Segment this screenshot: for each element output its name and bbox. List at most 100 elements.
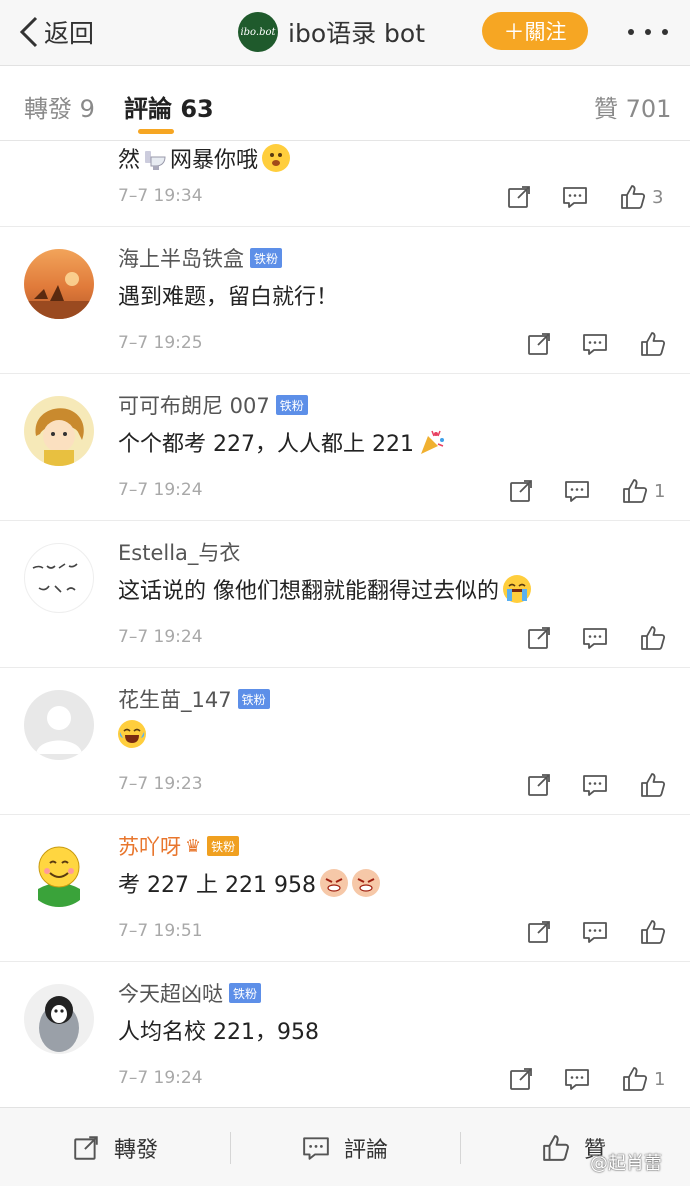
comment-time: 7–7 19:51 xyxy=(118,921,203,941)
reply-comment-button[interactable] xyxy=(582,329,608,359)
comment-author: 海上半岛铁盒 铁粉 xyxy=(118,243,283,273)
active-tab-indicator xyxy=(138,129,174,134)
share-icon xyxy=(526,919,552,945)
fan-badge: 铁粉 xyxy=(237,689,270,709)
username[interactable]: 花生苗_147 xyxy=(118,684,232,714)
share-icon xyxy=(526,772,552,798)
comment-text: 这话说的 像他们想翻就能翻得过去似的 xyxy=(118,573,531,605)
comment-author: 苏吖呀 ♛ 铁粉 xyxy=(118,831,240,861)
comment-time: 7–7 19:24 xyxy=(118,1068,203,1088)
like-comment-button[interactable] xyxy=(640,770,666,800)
comment-time: 7–7 19:23 xyxy=(118,774,203,794)
comment-icon xyxy=(564,478,590,504)
comment-author: 可可布朗尼 007 铁粉 xyxy=(118,390,308,420)
avatar[interactable] xyxy=(24,543,94,613)
like-comment-button[interactable]: 3 xyxy=(620,182,663,212)
tab-likes[interactable]: 贊 701 xyxy=(594,89,671,124)
avatar[interactable] xyxy=(24,249,94,319)
reply-comment-button[interactable] xyxy=(564,1064,590,1094)
like-comment-button[interactable]: 1 xyxy=(622,1064,665,1094)
comment-icon xyxy=(582,625,608,651)
comment-item: 花生苗_147 铁粉 7–7 19:23 xyxy=(0,668,690,815)
reply-comment-button[interactable] xyxy=(582,917,608,947)
share-icon xyxy=(506,184,532,210)
back-label: 返回 xyxy=(44,19,95,48)
share-comment-button[interactable] xyxy=(526,770,552,800)
comment-icon xyxy=(302,1134,330,1162)
comment-icon xyxy=(582,772,608,798)
comment-label: 評論 xyxy=(344,1138,389,1163)
share-comment-button[interactable] xyxy=(506,182,532,212)
like-comment-button[interactable] xyxy=(640,329,666,359)
comment-time: 7–7 19:24 xyxy=(118,480,203,500)
share-comment-button[interactable] xyxy=(526,329,552,359)
tab-reposts[interactable]: 轉發 9 xyxy=(24,89,95,124)
comment-button[interactable]: 評論 xyxy=(302,1132,388,1164)
thumbs-up-icon xyxy=(622,478,648,504)
avatar[interactable] xyxy=(24,690,94,760)
account-name: ibo语录 bot xyxy=(288,19,426,48)
bottom-action-bar: 轉發 評論 贊 xyxy=(0,1107,690,1186)
username[interactable]: Estella_与衣 xyxy=(118,537,240,567)
more-options-icon[interactable] xyxy=(628,22,668,42)
fan-badge: 铁粉 xyxy=(275,395,308,415)
comment-icon xyxy=(562,184,588,210)
party-popper-emoji-icon xyxy=(418,428,446,456)
share-icon xyxy=(508,478,534,504)
avatar[interactable] xyxy=(24,396,94,466)
reply-comment-button[interactable] xyxy=(582,623,608,653)
username[interactable]: 苏吖呀 xyxy=(118,831,181,861)
chevron-left-icon xyxy=(19,16,38,48)
comment-author: 花生苗_147 铁粉 xyxy=(118,684,270,714)
thumbs-up-icon xyxy=(640,919,666,945)
account-header[interactable]: ibo.bot ibo语录 bot xyxy=(238,11,425,53)
username[interactable]: 今天超凶哒 xyxy=(118,978,223,1008)
share-comment-button[interactable] xyxy=(526,623,552,653)
thumbs-up-icon xyxy=(640,331,666,357)
thumbs-up-icon xyxy=(640,772,666,798)
like-count: 1 xyxy=(654,480,666,502)
reply-comment-button[interactable] xyxy=(582,770,608,800)
comment-item: 然 网暴你哦 7–7 19:34 3 xyxy=(0,142,690,227)
share-comment-button[interactable] xyxy=(508,1064,534,1094)
like-comment-button[interactable]: 1 xyxy=(622,476,665,506)
back-button[interactable]: 返回 xyxy=(18,12,94,52)
comment-icon xyxy=(582,331,608,357)
laughing-crying-emoji-icon xyxy=(118,720,146,748)
avatar[interactable] xyxy=(24,984,94,1054)
top-nav-bar: 返回 ibo.bot ibo语录 bot ＋關注 xyxy=(0,0,690,66)
like-comment-button[interactable] xyxy=(640,917,666,947)
repost-button[interactable]: 轉發 xyxy=(72,1132,158,1164)
comment-time: 7–7 19:24 xyxy=(118,627,203,647)
follow-button[interactable]: ＋關注 xyxy=(482,12,588,50)
comment-icon xyxy=(564,1066,590,1092)
tab-comments[interactable]: 評論 63 xyxy=(124,89,214,124)
fan-badge: 铁粉 xyxy=(250,248,283,268)
thumbs-up-icon xyxy=(622,1066,648,1092)
like-count: 3 xyxy=(652,186,664,208)
comment-item: 海上半岛铁盒 铁粉 遇到难题，留白就行！ 7–7 19:25 xyxy=(0,227,690,374)
comment-author: 今天超凶哒 铁粉 xyxy=(118,978,262,1008)
username[interactable]: 可可布朗尼 007 xyxy=(118,390,270,420)
comment-text: 遇到难题，留白就行！ xyxy=(118,285,339,310)
reply-comment-button[interactable] xyxy=(562,182,588,212)
share-comment-button[interactable] xyxy=(526,917,552,947)
comment-list[interactable]: 然 网暴你哦 7–7 19:34 3 海上半岛铁盒 铁粉 遇到难题，留白就行！ … xyxy=(0,142,690,1107)
comment-item: Estella_与衣 这话说的 像他们想翻就能翻得过去似的 7–7 19:24 xyxy=(0,521,690,668)
comment-time: 7–7 19:25 xyxy=(118,333,203,353)
divider xyxy=(230,1132,231,1164)
share-comment-button[interactable] xyxy=(508,476,534,506)
crying-face-emoji-icon xyxy=(503,575,531,603)
like-comment-button[interactable] xyxy=(640,623,666,653)
comment-item: 可可布朗尼 007 铁粉 个个都考 227，人人都上 221 7–7 19:24… xyxy=(0,374,690,521)
watermark: @起肖蕾 xyxy=(590,1153,662,1174)
fan-badge: 铁粉 xyxy=(229,983,262,1003)
comment-text: 然 网暴你哦 xyxy=(118,142,291,174)
comment-item: 苏吖呀 ♛ 铁粉 考 227 上 221 958 7–7 19:51 xyxy=(0,815,690,962)
avatar[interactable] xyxy=(24,837,94,907)
repost-label: 轉發 xyxy=(114,1138,159,1163)
username[interactable]: 海上半岛铁盒 xyxy=(118,243,244,273)
reply-comment-button[interactable] xyxy=(564,476,590,506)
divider xyxy=(460,1132,461,1164)
comment-text: 个个都考 227，人人都上 221 xyxy=(118,426,446,458)
